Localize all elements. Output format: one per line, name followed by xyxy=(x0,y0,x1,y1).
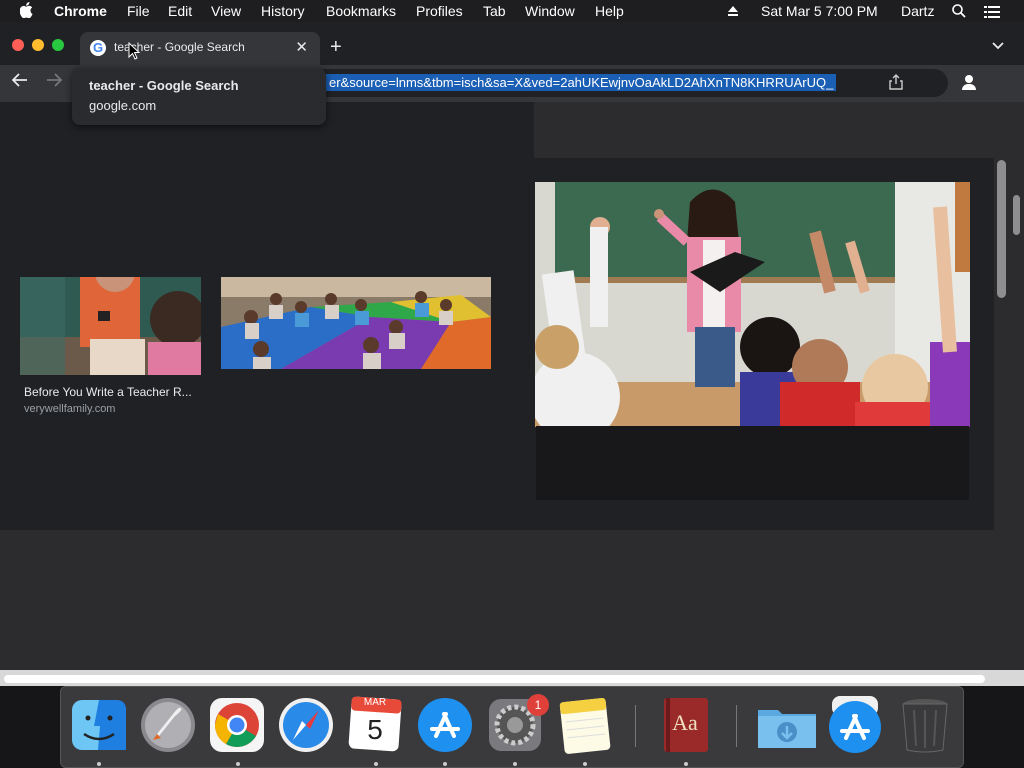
new-tab-plus-icon[interactable]: + xyxy=(330,36,342,59)
safari-compass-icon[interactable] xyxy=(277,696,335,754)
preview-image-teacher-classroom[interactable] xyxy=(535,182,970,427)
apple-logo-icon[interactable] xyxy=(19,2,34,21)
launchpad-rocket-icon[interactable] xyxy=(139,696,197,754)
menu-edit[interactable]: Edit xyxy=(168,3,192,19)
menu-help[interactable]: Help xyxy=(595,3,624,19)
menu-bookmarks[interactable]: Bookmarks xyxy=(326,3,396,19)
notes-icon[interactable] xyxy=(556,696,614,754)
tab-close-icon[interactable]: ✕ xyxy=(295,38,308,56)
menu-window[interactable]: Window xyxy=(525,3,575,19)
menu-profiles[interactable]: Profiles xyxy=(416,3,463,19)
close-window-button[interactable] xyxy=(12,39,24,51)
tab-google-search[interactable]: teacher - Google Search ✕ xyxy=(80,32,320,65)
outer-scrollbar-thumb[interactable] xyxy=(1013,195,1020,235)
hover-card-domain: google.com xyxy=(89,98,157,113)
menu-bar: Chrome File Edit View History Bookmarks … xyxy=(0,0,1024,22)
profile-avatar-icon[interactable] xyxy=(960,73,978,91)
vertical-scrollbar-thumb[interactable] xyxy=(997,160,1006,298)
tab-hover-card: teacher - Google Search google.com xyxy=(72,68,326,125)
dictionary-book-icon[interactable]: Aa xyxy=(656,696,714,754)
calendar-icon[interactable]: MAR 5 xyxy=(346,696,404,754)
calendar-running-dot xyxy=(374,762,378,766)
calendar-month: MAR xyxy=(363,697,387,708)
url-text-selected[interactable]: er&source=lnms&tbm=isch&sa=X&ved=2ahUKEw… xyxy=(326,74,837,91)
menu-history[interactable]: History xyxy=(261,3,305,19)
share-icon[interactable] xyxy=(889,74,903,90)
menu-file[interactable]: File xyxy=(127,3,150,19)
notes-running-dot xyxy=(583,762,587,766)
back-arrow-icon[interactable] xyxy=(11,73,28,92)
app-store-running-dot xyxy=(443,762,447,766)
spotlight-search-icon[interactable] xyxy=(952,4,966,21)
result-thumbnail-teacher-phone[interactable] xyxy=(20,277,201,375)
minimize-window-button[interactable] xyxy=(32,39,44,51)
finder-running-dot xyxy=(97,762,101,766)
system-preferences-running-dot xyxy=(513,762,517,766)
forward-arrow-icon[interactable] xyxy=(46,73,63,92)
dictionary-label: Aa xyxy=(672,710,698,735)
calendar-day: 5 xyxy=(367,714,383,745)
finder-icon[interactable] xyxy=(70,696,128,754)
result-source[interactable]: verywellfamily.com xyxy=(24,403,115,415)
chrome-icon[interactable] xyxy=(208,696,266,754)
result-thumbnail-classroom-mats[interactable] xyxy=(221,277,491,369)
chrome-running-dot xyxy=(236,762,240,766)
mouse-cursor-icon xyxy=(128,41,141,65)
page-lower-area xyxy=(0,530,994,670)
app-store-stack-icon[interactable] xyxy=(826,696,884,754)
tab-search-chevron-icon[interactable] xyxy=(992,38,1004,53)
trash-icon[interactable] xyxy=(896,696,954,754)
google-favicon-icon xyxy=(90,40,106,56)
menu-clock[interactable]: Sat Mar 5 7:00 PM xyxy=(761,3,878,19)
horizontal-scrollbar-thumb[interactable] xyxy=(4,675,985,683)
control-center-icon[interactable] xyxy=(984,5,1000,21)
dock-separator xyxy=(635,705,636,747)
hover-card-title: teacher - Google Search xyxy=(89,78,239,93)
app-store-icon[interactable] xyxy=(416,696,474,754)
preview-caption-area xyxy=(536,426,969,500)
menu-app-name[interactable]: Chrome xyxy=(54,3,107,19)
downloads-folder-icon[interactable] xyxy=(756,696,816,754)
zoom-window-button[interactable] xyxy=(52,39,64,51)
dock-separator-2 xyxy=(736,705,737,747)
dictionary-running-dot xyxy=(684,762,688,766)
result-caption[interactable]: Before You Write a Teacher R... xyxy=(24,385,192,399)
eject-icon[interactable] xyxy=(727,4,739,20)
preview-panel-header xyxy=(534,102,994,158)
menu-tab[interactable]: Tab xyxy=(483,3,506,19)
menu-user[interactable]: Dartz xyxy=(901,3,934,19)
menu-view[interactable]: View xyxy=(211,3,241,19)
system-preferences-badge: 1 xyxy=(527,694,549,716)
